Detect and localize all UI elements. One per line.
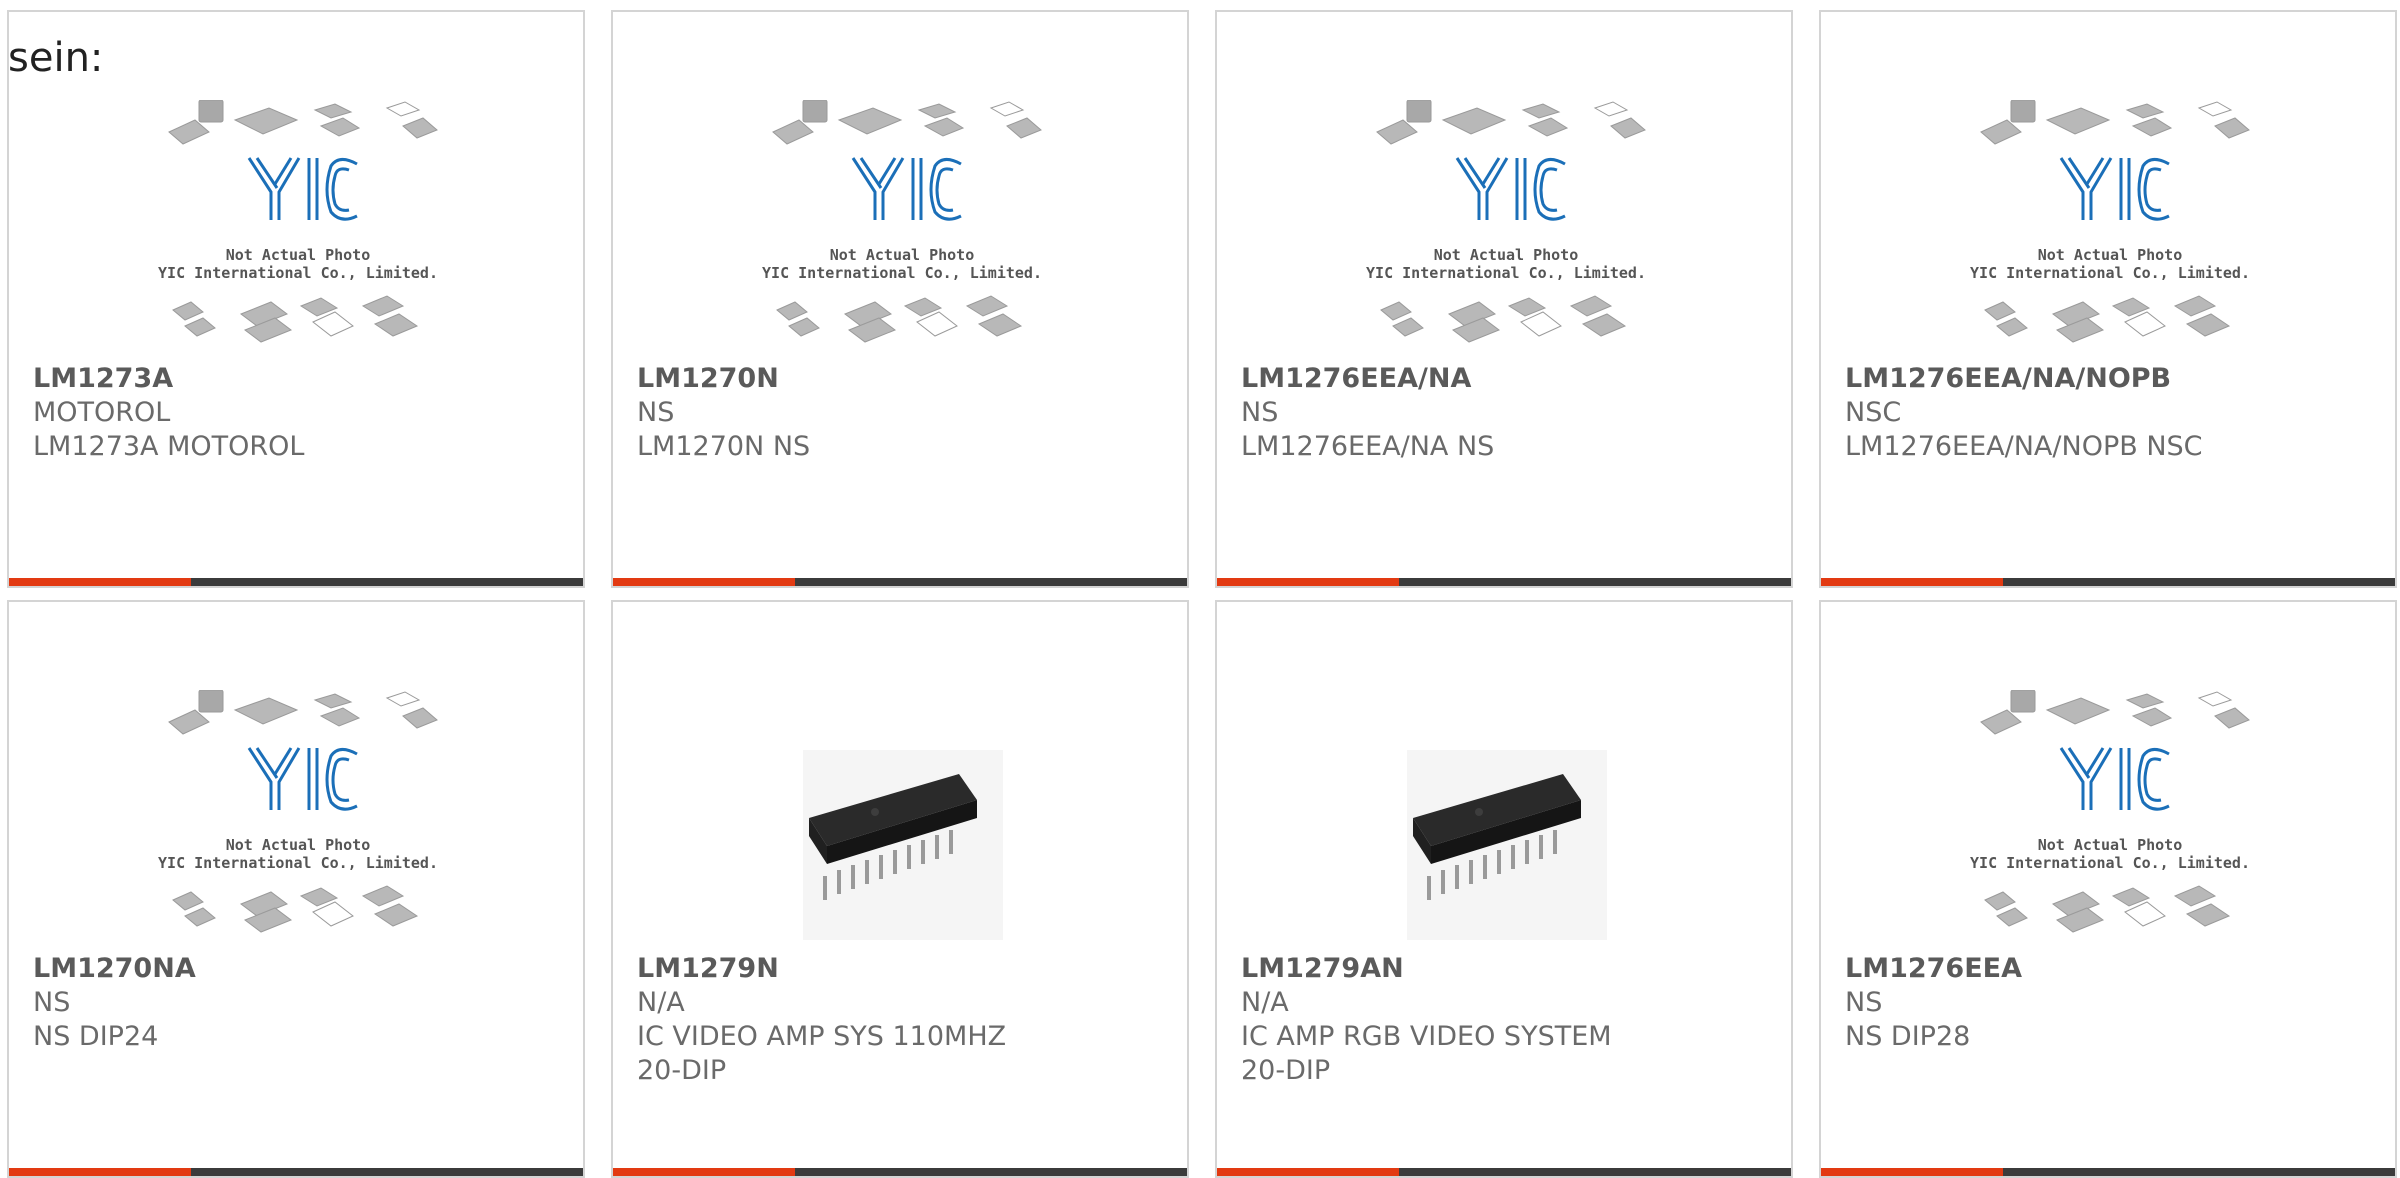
product-description: NS DIP24 [33,1021,159,1052]
product-card[interactable]: Not Actual Photo YIC International Co., … [1819,10,2397,588]
product-part-number[interactable]: LM1273A [33,362,559,396]
placeholder-line2: YIC International Co., Limited. [158,264,438,282]
product-info: LM1270NA NS NS DIP24 [33,952,559,1054]
product-image-placeholder: Not Actual Photo YIC International Co., … [158,690,438,933]
placeholder-line2: YIC International Co., Limited. [158,854,438,872]
card-footer-bar [1217,1168,1791,1176]
placeholder-line2: YIC International Co., Limited. [1366,264,1646,282]
placeholder-line1: Not Actual Photo [226,836,371,854]
card-footer-bar [1821,578,2395,586]
product-image-placeholder: Not Actual Photo YIC International Co., … [1970,690,2250,933]
product-image-placeholder: Not Actual Photo YIC International Co., … [1970,100,2250,343]
product-part-number[interactable]: LM1270NA [33,952,559,986]
product-card[interactable]: Not Actual Photo YIC International Co., … [1819,600,2397,1178]
card-footer-accent [613,1168,795,1176]
product-description: NS DIP28 [1845,1021,1971,1052]
product-part-number[interactable]: LM1276EEA [1845,952,2371,986]
product-image-placeholder: Not Actual Photo YIC International Co., … [1366,100,1646,343]
product-image[interactable] [1217,690,1791,940]
product-image-dip-chip [1407,750,1607,940]
card-footer-accent [9,578,191,586]
product-manufacturer: MOTOROL [33,397,171,428]
placeholder-line2: YIC International Co., Limited. [762,264,1042,282]
product-description: LM1276EEA/NA/NOPB NSC [1845,431,2203,462]
product-image[interactable]: Not Actual Photo YIC International Co., … [1217,100,1791,350]
placeholder-line1: Not Actual Photo [226,246,371,264]
product-manufacturer: N/A [1241,987,1289,1018]
product-description: LM1276EEA/NA NS [1241,431,1495,462]
product-info: LM1276EEA/NA NS LM1276EEA/NA NS [1241,362,1767,464]
product-description: LM1270N NS [637,431,811,462]
product-image[interactable] [613,690,1187,940]
card-footer-accent [1821,578,2003,586]
placeholder-line2: YIC International Co., Limited. [1970,854,2250,872]
product-image[interactable]: Not Actual Photo YIC International Co., … [9,100,583,350]
card-footer-bar [1821,1168,2395,1176]
card-footer-accent [613,578,795,586]
card-footer-accent [1217,578,1399,586]
card-footer-bar [1217,578,1791,586]
card-footer-bar [613,1168,1187,1176]
product-card[interactable]: LM1279AN N/A IC AMP RGB VIDEO SYSTEM 20-DI… [1215,600,1793,1178]
product-part-number[interactable]: LM1270N [637,362,1163,396]
product-image-placeholder: Not Actual Photo YIC International Co., … [762,100,1042,343]
product-info: LM1276EEA NS NS DIP28 [1845,952,2371,1054]
card-footer-bar [613,578,1187,586]
product-manufacturer: NS [637,397,675,428]
product-image-placeholder: Not Actual Photo YIC International Co., … [158,100,438,343]
product-manufacturer: NSC [1845,397,1902,428]
product-card[interactable]: Not Actual Photo YIC International Co., … [7,10,585,588]
card-footer-bar [9,578,583,586]
product-image[interactable]: Not Actual Photo YIC International Co., … [9,690,583,940]
placeholder-line1: Not Actual Photo [1434,246,1579,264]
placeholder-line2: YIC International Co., Limited. [1970,264,2250,282]
placeholder-line1: Not Actual Photo [2038,246,2183,264]
product-info: LM1279N N/A IC VIDEO AMP SYS 110MHZ 20-DIP [637,952,1163,1088]
product-info: LM1276EEA/NA/NOPB NSC LM1276EEA/NA/NOPB NS… [1845,362,2371,464]
product-part-number[interactable]: LM1276EEA/NA [1241,362,1767,396]
card-footer-accent [1217,1168,1399,1176]
product-image[interactable]: Not Actual Photo YIC International Co., … [1821,100,2395,350]
product-manufacturer: NS [1845,987,1883,1018]
product-image[interactable]: Not Actual Photo YIC International Co., … [613,100,1187,350]
product-card[interactable]: LM1279N N/A IC VIDEO AMP SYS 110MHZ 20-DIP [611,600,1189,1178]
product-description: LM1273A MOTOROL [33,431,305,462]
intro-text: sein: [8,35,104,81]
product-part-number[interactable]: LM1279N [637,952,1163,986]
product-card[interactable]: Not Actual Photo YIC International Co., … [7,600,585,1178]
card-footer-accent [9,1168,191,1176]
product-info: LM1273A MOTOROL LM1273A MOTOROL [33,362,559,464]
product-description: IC AMP RGB VIDEO SYSTEM 20-DIP [1241,1021,1612,1086]
product-image-dip-chip [803,750,1003,940]
product-part-number[interactable]: LM1276EEA/NA/NOPB [1845,362,2371,396]
product-card[interactable]: Not Actual Photo YIC International Co., … [611,10,1189,588]
card-footer-accent [1821,1168,2003,1176]
product-part-number[interactable]: LM1279AN [1241,952,1767,986]
product-info: LM1270N NS LM1270N NS [637,362,1163,464]
card-footer-bar [9,1168,583,1176]
product-card[interactable]: Not Actual Photo YIC International Co., … [1215,10,1793,588]
product-image[interactable]: Not Actual Photo YIC International Co., … [1821,690,2395,940]
product-info: LM1279AN N/A IC AMP RGB VIDEO SYSTEM 20-DI… [1241,952,1767,1088]
placeholder-line1: Not Actual Photo [830,246,975,264]
product-description: IC VIDEO AMP SYS 110MHZ 20-DIP [637,1021,1007,1086]
product-manufacturer: NS [1241,397,1279,428]
placeholder-line1: Not Actual Photo [2038,836,2183,854]
product-manufacturer: N/A [637,987,685,1018]
product-manufacturer: NS [33,987,71,1018]
